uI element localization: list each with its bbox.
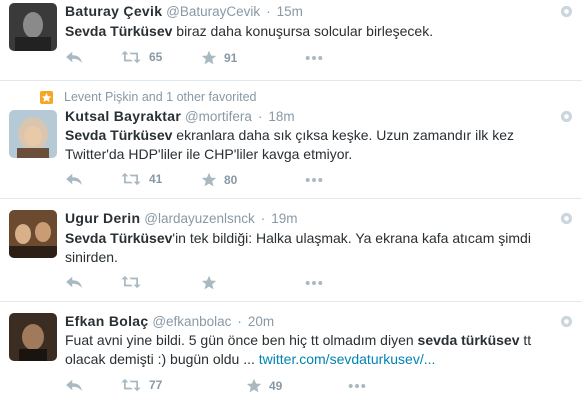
tweet-text-line2: sinirden.	[65, 249, 118, 265]
tweet-actions: 65 91	[65, 50, 565, 68]
separator: ·	[260, 210, 266, 226]
retweet-button[interactable]: 41	[120, 172, 162, 186]
tweet-text-rest: biraz daha konuşursa solcular birleşecek…	[172, 23, 434, 39]
tweet-text-part: tt	[519, 332, 532, 348]
more-icon	[305, 280, 323, 286]
more-button[interactable]	[348, 383, 366, 389]
tweet-header: Ugur Derin @lardayuzenlsnck · 19m	[65, 210, 297, 226]
timestamp[interactable]: 18m	[268, 109, 294, 124]
author-handle[interactable]: @efkanbolac	[152, 314, 231, 329]
tweet-text: Sevda Türküsev biraz daha konuşursa solc…	[65, 22, 555, 41]
gear-icon[interactable]	[560, 110, 573, 123]
hashtag-term[interactable]: sevda türküsev	[418, 332, 520, 348]
reply-button[interactable]	[65, 378, 83, 392]
tweet-actions: 41 80	[65, 172, 565, 190]
favorite-button[interactable]: 91	[201, 50, 237, 66]
tweet-item[interactable]: Levent Pişkin and 1 other favorited Kuts…	[0, 80, 582, 199]
reply-button[interactable]	[65, 50, 83, 64]
reply-button[interactable]	[65, 275, 83, 289]
timestamp[interactable]: 15m	[277, 4, 303, 19]
tweet-actions: 77 49	[65, 378, 565, 396]
gear-icon[interactable]	[560, 315, 573, 328]
gear-icon[interactable]	[560, 212, 573, 225]
timestamp[interactable]: 20m	[248, 314, 274, 329]
retweet-count: 41	[149, 172, 163, 186]
tweet-header: Kutsal Bayraktar @mortifera · 18m	[65, 108, 295, 124]
tweet-header: Efkan Bolaç @efkanbolac · 20m	[65, 313, 274, 329]
favorite-button[interactable]	[201, 275, 217, 291]
avatar[interactable]	[9, 110, 57, 158]
retweet-icon	[120, 172, 142, 186]
separator: ·	[237, 313, 242, 329]
favorite-count: 91	[224, 51, 238, 65]
reply-icon	[65, 50, 83, 64]
favorite-icon	[201, 172, 217, 188]
retweet-button[interactable]	[120, 275, 142, 289]
favorite-button[interactable]: 49	[246, 378, 282, 394]
tweet-item[interactable]: Ugur Derin @lardayuzenlsnck · 19m Sevda …	[0, 198, 582, 302]
favorite-icon	[201, 50, 217, 66]
favorite-count: 49	[269, 379, 283, 393]
more-button[interactable]	[305, 55, 323, 61]
author-name[interactable]: Baturay Çevik	[65, 3, 162, 19]
separator: ·	[257, 108, 263, 124]
retweet-button[interactable]: 77	[120, 378, 162, 392]
avatar[interactable]	[9, 210, 57, 258]
favorite-icon	[246, 378, 262, 394]
tweet-item[interactable]: Efkan Bolaç @efkanbolac · 20m Fuat avni …	[0, 301, 582, 396]
retweet-count: 77	[149, 378, 163, 392]
tweet-text-rest: 'in tek bildiği: Halka ulaşmak. Ya ekran…	[172, 230, 531, 246]
retweet-icon	[120, 275, 142, 289]
tweet-header: Baturay Çevik @BaturayCevik · 15m	[65, 3, 303, 19]
tweet-item[interactable]: Baturay Çevik @BaturayCevik · 15m Sevda …	[0, 0, 582, 81]
more-button[interactable]	[305, 280, 323, 286]
author-handle[interactable]: @mortifera	[185, 109, 252, 124]
reply-button[interactable]	[65, 172, 83, 186]
tweet-text-part: Fuat avni yine bildi. 5 gün önce ben hiç…	[65, 332, 418, 348]
tweet-text: Sevda Türküsev'in tek bildiği: Halka ula…	[65, 229, 555, 267]
author-name[interactable]: Kutsal Bayraktar	[65, 108, 181, 124]
more-icon	[305, 177, 323, 183]
tweet-text-part: olacak demişti :) bugün oldu ...	[65, 351, 259, 367]
avatar[interactable]	[9, 3, 57, 51]
tweet-text: Sevda Türküsev ekranlara daha sık çıksa …	[65, 126, 555, 164]
hashtag-term[interactable]: Sevda Türküsev	[65, 230, 172, 246]
retweet-icon	[120, 378, 142, 392]
tweet-text-line2: Twitter'da HDP'liler ile CHP'liler kavga…	[65, 146, 353, 162]
tweet-text: Fuat avni yine bildi. 5 gün önce ben hiç…	[65, 331, 555, 369]
retweet-button[interactable]: 65	[120, 50, 162, 64]
avatar[interactable]	[9, 313, 57, 361]
gear-icon[interactable]	[560, 5, 573, 18]
author-name[interactable]: Ugur Derin	[65, 210, 140, 226]
tweet-link[interactable]: twitter.com/sevdaturkusev/...	[259, 351, 436, 367]
more-icon	[348, 383, 366, 389]
favorite-context-icon	[40, 91, 53, 104]
favorite-button[interactable]: 80	[201, 172, 237, 188]
timestamp[interactable]: 19m	[271, 211, 297, 226]
social-context[interactable]: Levent Pişkin and 1 other favorited	[64, 90, 256, 104]
favorite-icon	[201, 275, 217, 291]
more-icon	[305, 55, 323, 61]
author-handle[interactable]: @lardayuzenlsnck	[144, 211, 255, 226]
separator: ·	[266, 3, 271, 19]
author-handle[interactable]: @BaturayCevik	[166, 4, 260, 19]
retweet-count: 65	[149, 50, 163, 64]
more-button[interactable]	[305, 177, 323, 183]
tweet-text-rest: ekranlara daha sık çıksa keşke. Uzun zam…	[172, 127, 514, 143]
favorite-count: 80	[224, 173, 238, 187]
hashtag-term[interactable]: Sevda Türküsev	[65, 23, 172, 39]
reply-icon	[65, 275, 83, 289]
author-name[interactable]: Efkan Bolaç	[65, 313, 148, 329]
retweet-icon	[120, 50, 142, 64]
hashtag-term[interactable]: Sevda Türküsev	[65, 127, 172, 143]
tweet-actions	[65, 275, 565, 293]
reply-icon	[65, 172, 83, 186]
reply-icon	[65, 378, 83, 392]
